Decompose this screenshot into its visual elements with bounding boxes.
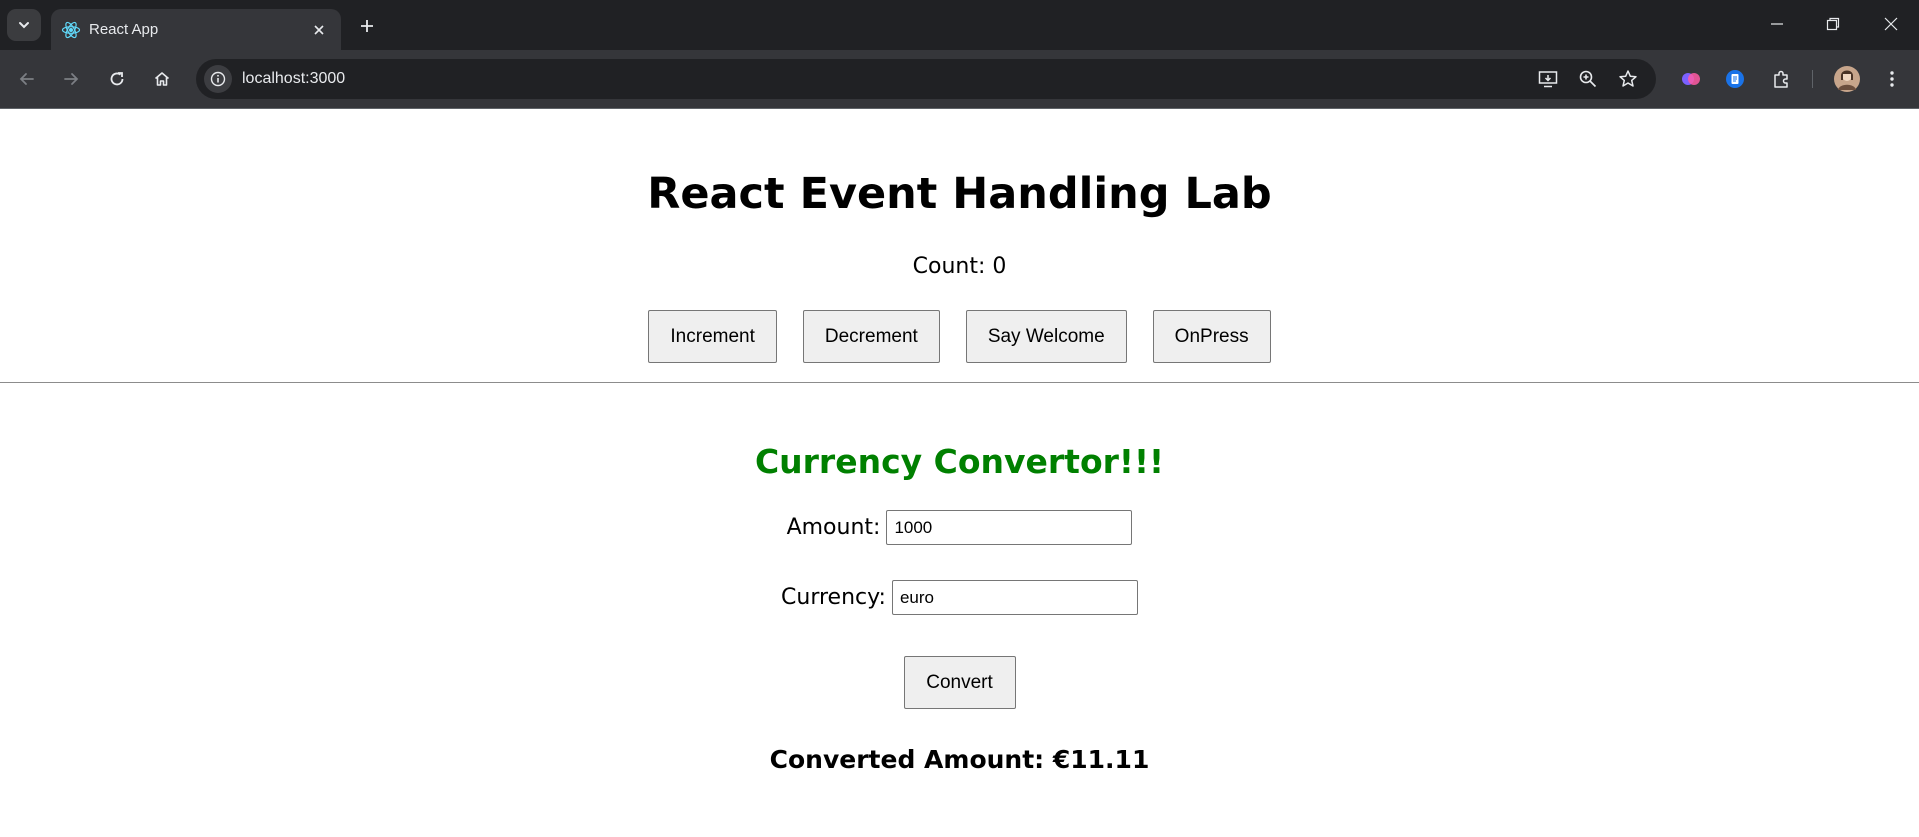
home-button[interactable]	[147, 64, 177, 94]
extension-brain-button[interactable]	[1676, 64, 1706, 94]
currency-input[interactable]	[891, 580, 1138, 615]
site-info-icon	[210, 71, 226, 87]
amount-row: Amount:	[0, 510, 1919, 545]
restore-button[interactable]	[1815, 10, 1851, 38]
zoom-icon	[1579, 70, 1597, 88]
forward-button[interactable]	[56, 64, 86, 94]
profile-button[interactable]	[1832, 64, 1862, 94]
plus-icon	[361, 20, 373, 32]
extensions-button[interactable]	[1766, 64, 1796, 94]
page-title: React Event Handling Lab	[647, 169, 1272, 219]
convert-button[interactable]: Convert	[903, 656, 1016, 709]
convert-wrap: Convert	[0, 656, 1919, 709]
document-extension-icon	[1726, 70, 1744, 88]
amount-label: Amount:	[786, 515, 881, 540]
converter-title: Currency Convertor!!!	[754, 442, 1165, 481]
count-display: Count: 0	[912, 254, 1007, 279]
home-icon	[154, 72, 170, 86]
back-icon	[19, 73, 34, 85]
increment-button[interactable]: Increment	[648, 310, 777, 363]
close-window-icon	[1884, 17, 1898, 31]
url-text[interactable]: localhost:3000	[242, 70, 345, 88]
install-icon	[1538, 71, 1558, 88]
close-icon	[314, 25, 324, 35]
counter-buttons: Increment Decrement Say Welcome OnPress	[0, 310, 1919, 363]
site-info-button[interactable]	[204, 65, 232, 93]
toolbar-divider	[1812, 70, 1813, 88]
tab-strip: React App	[0, 0, 1919, 50]
extension-doc-button[interactable]	[1720, 64, 1750, 94]
avatar	[1834, 66, 1860, 92]
react-favicon-icon	[61, 21, 81, 39]
chevron-down-icon	[19, 22, 29, 29]
currency-label: Currency:	[781, 585, 886, 610]
forward-icon	[64, 73, 79, 85]
onpress-button[interactable]: OnPress	[1152, 310, 1271, 363]
currency-row: Currency:	[0, 580, 1919, 615]
address-bar[interactable]: localhost:3000	[196, 59, 1656, 99]
back-button[interactable]	[12, 64, 42, 94]
puzzle-icon	[1774, 70, 1788, 88]
amount-input[interactable]	[886, 510, 1133, 545]
zoom-button[interactable]	[1576, 67, 1600, 91]
section-divider	[0, 382, 1919, 383]
minimize-icon	[1771, 23, 1783, 25]
install-app-button[interactable]	[1536, 67, 1560, 91]
tab-title: React App	[89, 21, 159, 38]
close-window-button[interactable]	[1873, 10, 1909, 38]
browser-menu-button[interactable]	[1877, 64, 1907, 94]
restore-icon	[1826, 17, 1840, 31]
bookmark-button[interactable]	[1616, 67, 1640, 91]
tab-close-button[interactable]	[309, 20, 329, 40]
converted-amount: Converted Amount: €11.11	[769, 745, 1150, 774]
new-tab-button[interactable]	[355, 14, 379, 38]
tab-search-button[interactable]	[7, 9, 41, 41]
brain-extension-icon	[1682, 73, 1700, 85]
browser-toolbar: localhost:3000	[0, 50, 1919, 108]
page-content: React Event Handling Lab Count: 0 Increm…	[0, 109, 1919, 837]
kebab-menu-icon	[1890, 71, 1894, 87]
reload-icon	[110, 72, 124, 86]
active-tab[interactable]: React App	[51, 9, 341, 50]
say-welcome-button[interactable]: Say Welcome	[965, 310, 1127, 363]
star-icon	[1619, 70, 1637, 87]
reload-button[interactable]	[102, 64, 132, 94]
decrement-button[interactable]: Decrement	[802, 310, 940, 363]
minimize-button[interactable]	[1759, 10, 1795, 38]
